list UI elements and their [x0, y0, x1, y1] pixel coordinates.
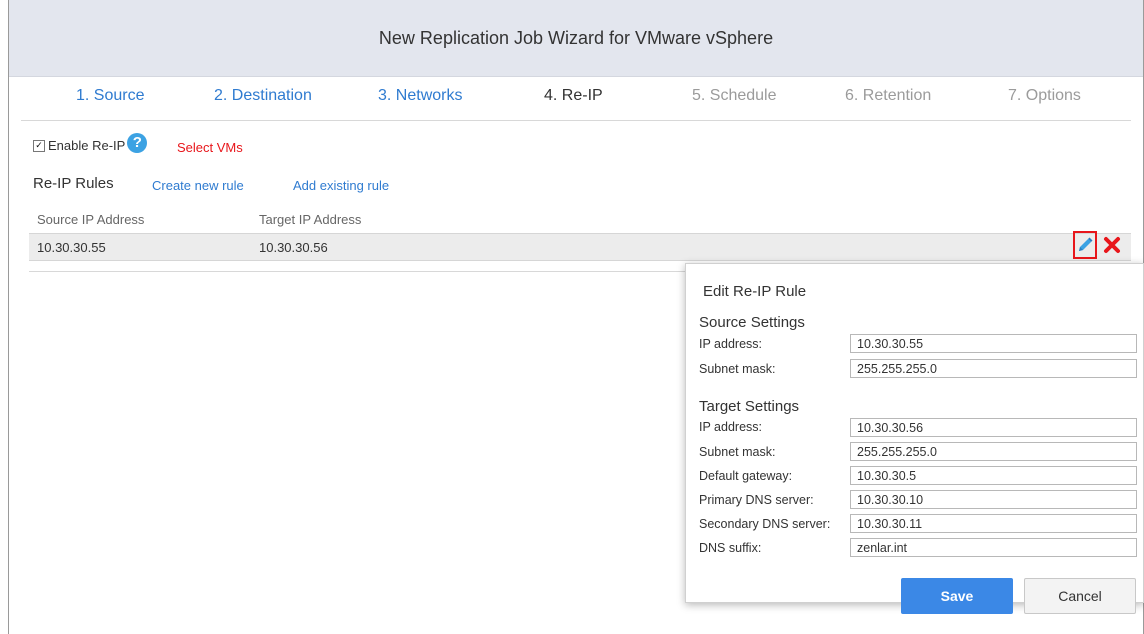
default-gateway-field[interactable] — [850, 466, 1137, 485]
target-settings-title: Target Settings — [699, 398, 800, 415]
column-header-source-ip: Source IP Address — [37, 212, 145, 227]
wizard-title: New Replication Job Wizard for VMware vS… — [378, 27, 774, 48]
create-new-rule-link[interactable]: Create new rule — [152, 178, 244, 193]
enable-re-ip-checkbox[interactable]: ✓ — [33, 139, 45, 152]
table-row[interactable]: 10.30.30.55 10.30.30.56 — [29, 233, 1131, 261]
enable-re-ip-row: ✓ Enable Re-IP ? — [33, 132, 148, 153]
step-source[interactable]: 1. Source — [76, 87, 144, 105]
source-ip-field[interactable] — [850, 334, 1137, 353]
source-ip-label: IP address: — [699, 337, 763, 351]
column-header-target-ip: Target IP Address — [259, 212, 362, 227]
source-subnet-label: Subnet mask: — [699, 362, 776, 376]
primary-dns-field[interactable] — [850, 490, 1137, 509]
select-vms-link[interactable]: Select VMs — [177, 140, 243, 155]
step-re-ip[interactable]: 4. Re-IP — [544, 87, 603, 105]
step-options: 7. Options — [1008, 87, 1081, 104]
dns-suffix-field[interactable] — [850, 538, 1137, 557]
cancel-button[interactable]: Cancel — [1024, 578, 1136, 614]
source-settings-title: Source Settings — [699, 314, 805, 331]
wizard-steps: 1. Source 2. Destination 3. Networks 4. … — [21, 76, 1131, 121]
delete-rule-button[interactable] — [1101, 234, 1123, 256]
dialog-title: Edit Re-IP Rule — [703, 283, 807, 300]
target-ip-field[interactable] — [850, 418, 1137, 437]
secondary-dns-field[interactable] — [850, 514, 1137, 533]
step-networks[interactable]: 3. Networks — [378, 87, 462, 105]
save-button[interactable]: Save — [901, 578, 1013, 614]
re-ip-rules-title: Re-IP Rules — [33, 175, 114, 192]
target-ip-label: IP address: — [699, 420, 763, 434]
target-subnet-field[interactable] — [850, 442, 1137, 461]
step-destination[interactable]: 2. Destination — [214, 87, 312, 105]
question-circle-icon[interactable]: ? — [127, 132, 148, 153]
source-subnet-field[interactable] — [850, 359, 1137, 378]
edit-rule-button[interactable] — [1073, 231, 1097, 259]
target-subnet-label: Subnet mask: — [699, 445, 776, 459]
primary-dns-label: Primary DNS server: — [699, 493, 814, 507]
step-schedule: 5. Schedule — [692, 87, 777, 104]
row-source-ip: 10.30.30.55 — [37, 240, 106, 255]
wizard-title-bar: New Replication Job Wizard for VMware vS… — [9, 0, 1143, 77]
enable-re-ip-label[interactable]: Enable Re-IP — [48, 138, 125, 153]
step-retention: 6. Retention — [845, 87, 932, 104]
add-existing-rule-link[interactable]: Add existing rule — [293, 178, 389, 193]
secondary-dns-label: Secondary DNS server: — [699, 517, 831, 531]
dns-suffix-label: DNS suffix: — [699, 541, 762, 555]
row-target-ip: 10.30.30.56 — [259, 240, 328, 255]
pencil-icon — [1079, 237, 1093, 251]
default-gateway-label: Default gateway: — [699, 469, 793, 483]
edit-re-ip-rule-dialog: Edit Re-IP Rule Source Settings IP addre… — [685, 263, 1144, 614]
close-x-icon — [1104, 237, 1120, 253]
